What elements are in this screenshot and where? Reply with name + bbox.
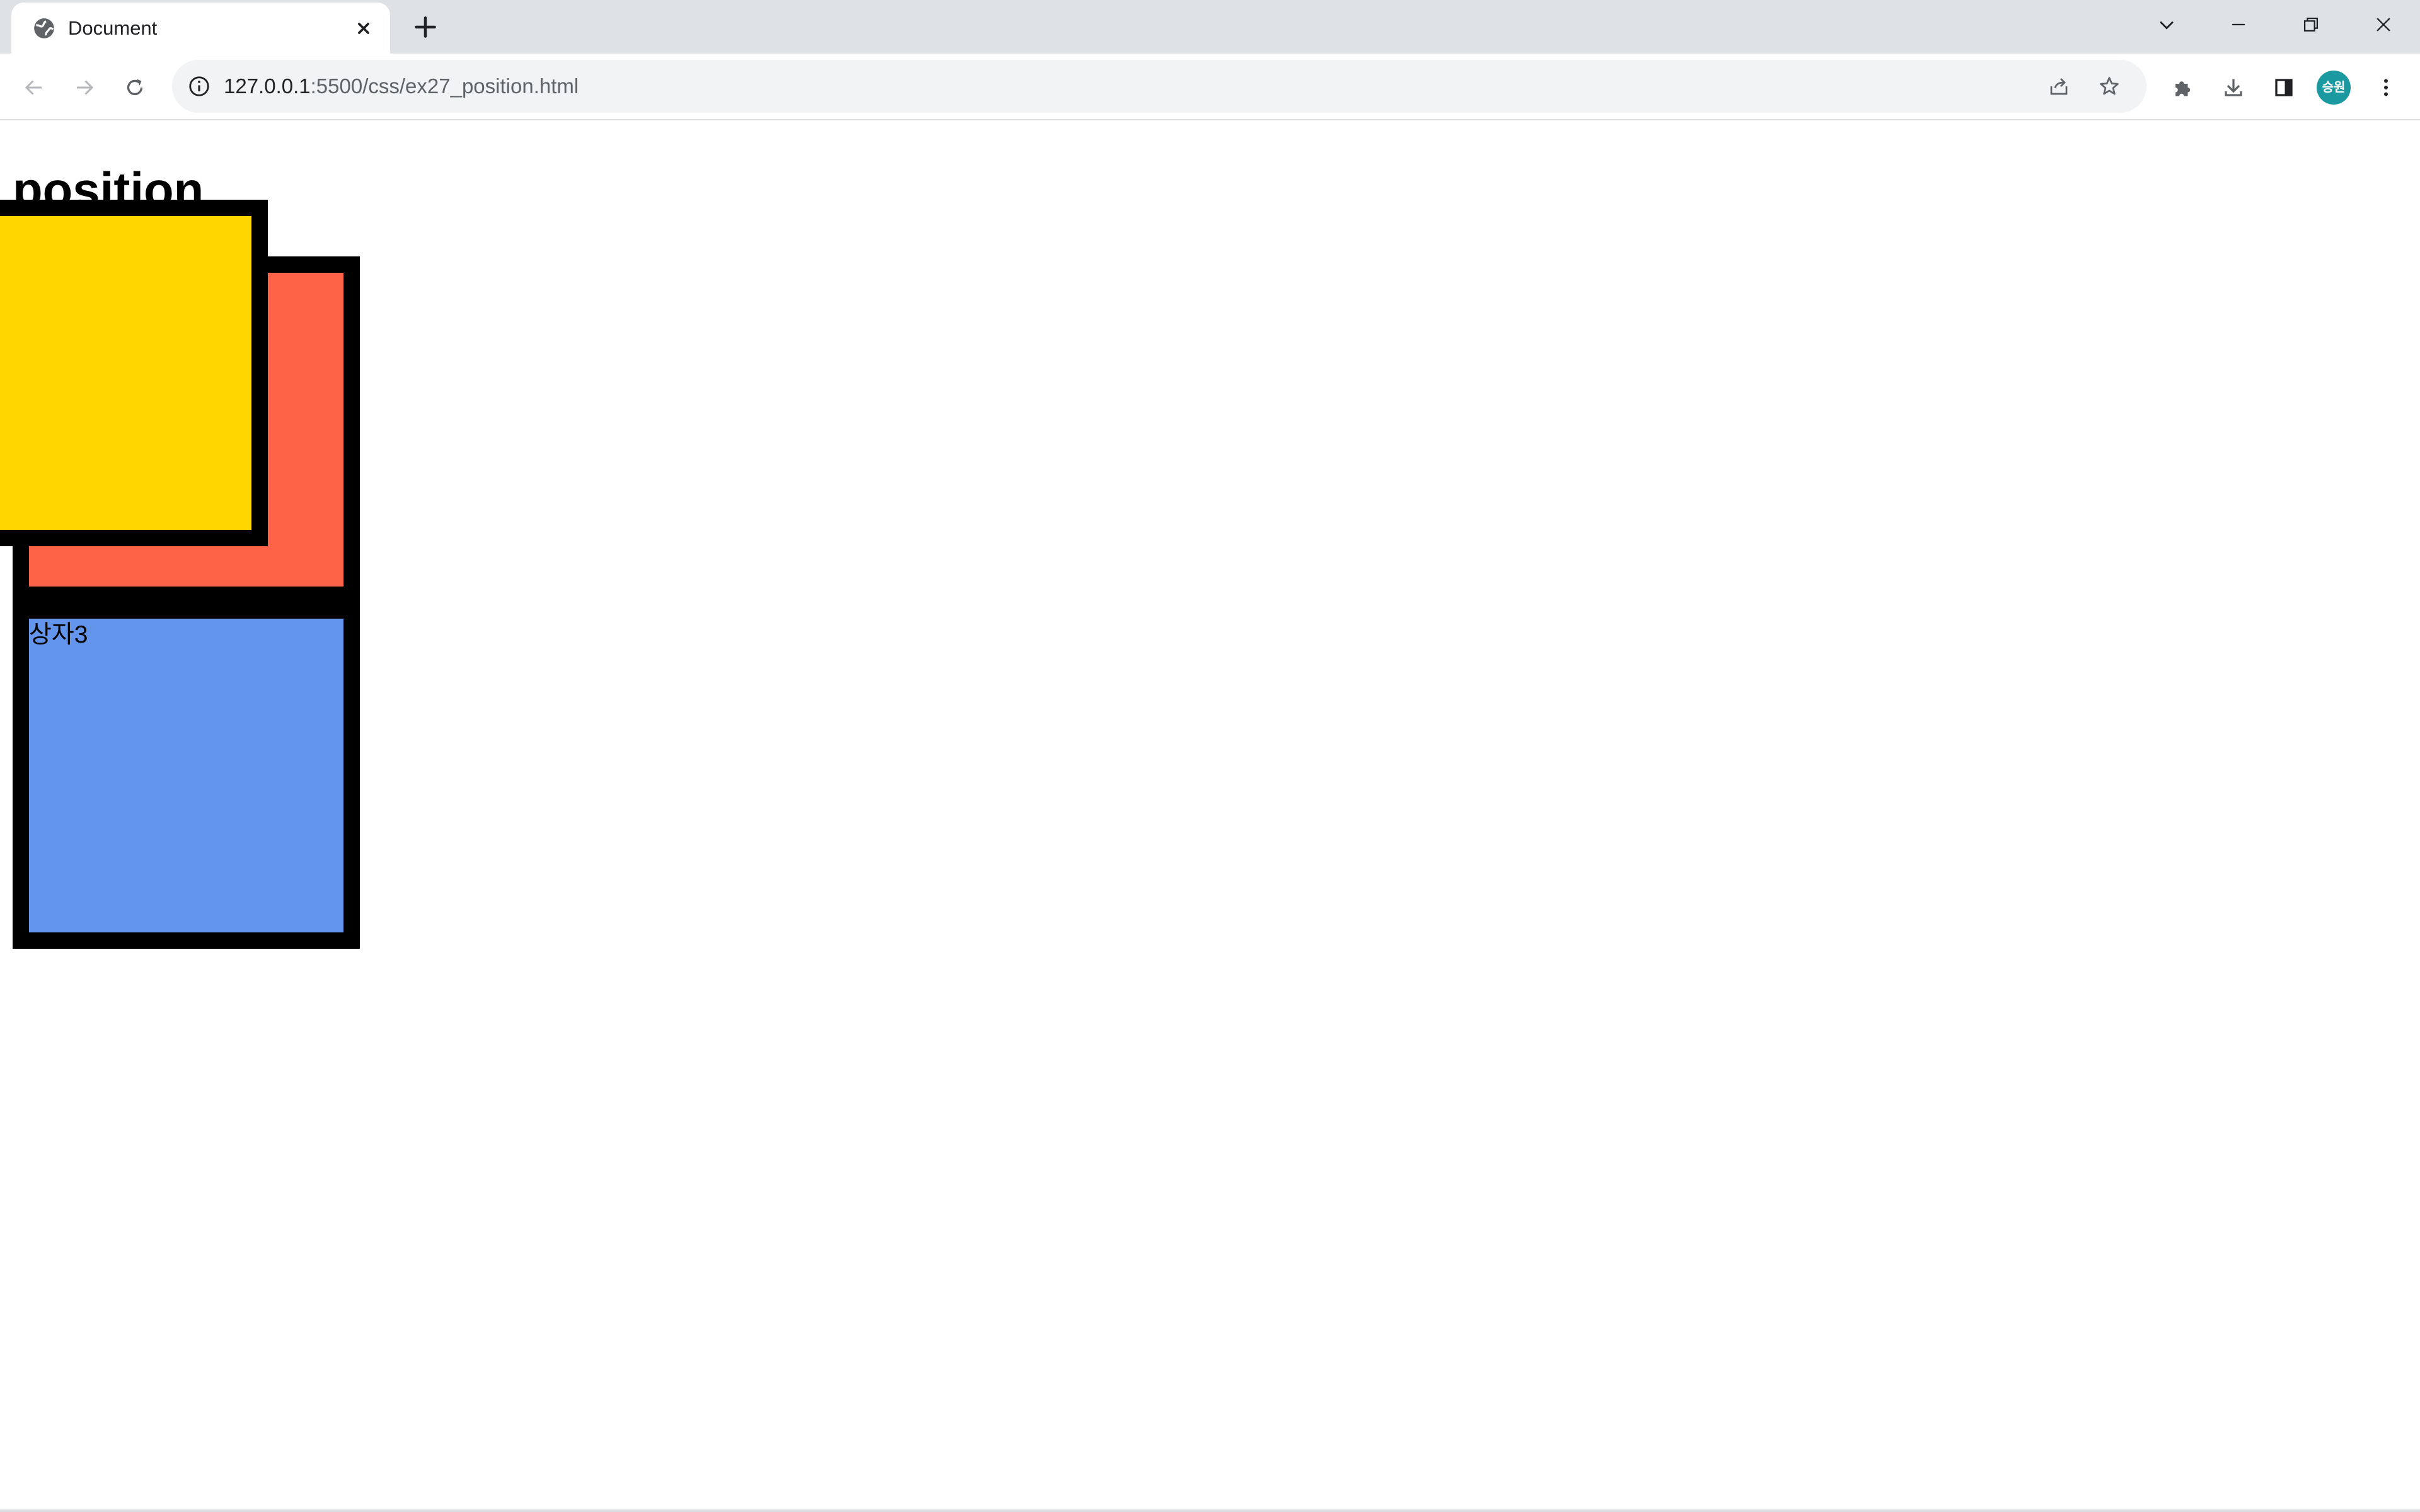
reload-button[interactable] <box>115 67 155 108</box>
tab-strip: Document <box>0 0 2420 54</box>
downloads-button[interactable] <box>2213 67 2254 108</box>
star-icon <box>2100 77 2119 95</box>
restore-button[interactable] <box>2276 0 2346 50</box>
kebab-menu-icon <box>2384 79 2388 96</box>
tab-title: Document <box>68 17 158 39</box>
browser-window: Document 127.0.0.1:5500/css/ex27_positio… <box>0 0 2420 1512</box>
page-viewport: position 상자3 <box>0 120 2420 1512</box>
arrow-left-icon <box>25 80 42 95</box>
window-bottom-edge <box>0 1509 2420 1512</box>
extensions-button[interactable] <box>2163 67 2203 108</box>
back-button[interactable] <box>14 67 54 108</box>
url-text[interactable]: 127.0.0.1:5500/css/ex27_position.html <box>224 72 579 100</box>
url-path: :5500/css/ex27_position.html <box>310 74 579 98</box>
tab-document[interactable]: Document <box>11 3 390 54</box>
reload-icon <box>127 79 143 96</box>
info-icon[interactable] <box>187 74 211 98</box>
share-button[interactable] <box>2041 69 2077 104</box>
toolbar: 127.0.0.1:5500/css/ex27_position.html 승원 <box>0 54 2420 120</box>
puzzle-icon <box>2175 81 2191 96</box>
tab-close-icon[interactable] <box>353 18 374 39</box>
plus-icon <box>415 16 436 38</box>
download-icon <box>2225 79 2242 96</box>
bookmark-button[interactable] <box>2092 69 2127 104</box>
box-3-label: 상자3 <box>29 621 88 648</box>
arrow-right-icon <box>77 80 94 95</box>
close-window-button[interactable] <box>2349 0 2418 50</box>
minimize-button[interactable] <box>2204 0 2273 50</box>
address-bar[interactable]: 127.0.0.1:5500/css/ex27_position.html <box>172 60 2146 113</box>
box-1 <box>0 200 268 546</box>
share-icon <box>2050 78 2068 95</box>
side-panel-icon <box>2275 79 2293 96</box>
url-host: 127.0.0.1 <box>224 74 311 98</box>
side-panel-button[interactable] <box>2264 67 2304 108</box>
chevron-down-icon <box>2160 21 2174 30</box>
box-3: 상자3 <box>13 602 360 949</box>
menu-button[interactable] <box>2366 67 2406 108</box>
close-icon <box>2377 18 2390 32</box>
globe-icon <box>32 16 56 40</box>
forward-button[interactable] <box>64 67 105 108</box>
restore-icon <box>2303 17 2319 32</box>
minimize-icon <box>2232 23 2245 26</box>
profile-avatar[interactable]: 승원 <box>2317 71 2351 105</box>
tab-search-button[interactable] <box>2132 0 2201 50</box>
new-tab-button[interactable] <box>410 11 441 43</box>
